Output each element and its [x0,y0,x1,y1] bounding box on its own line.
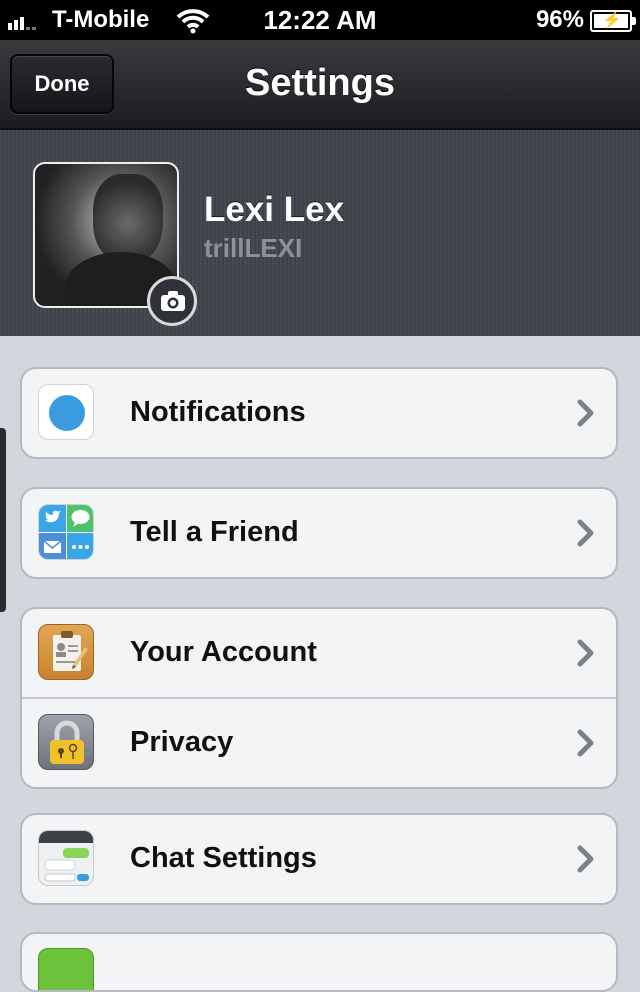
tell-a-friend-icon [38,504,94,560]
twitter-bird-icon [39,505,66,532]
message-bubble-icon [67,505,93,532]
chevron-right-icon [577,519,594,547]
mail-envelope-icon [39,533,66,559]
settings-row-chat-settings[interactable]: Chat Settings [22,815,616,903]
side-drawer-handle[interactable] [0,428,6,612]
settings-group-notifications: Notifications [20,367,618,459]
notifications-icon [38,384,94,440]
settings-group-tell-a-friend: Tell a Friend [20,487,618,579]
row-label: Your Account [130,636,317,668]
account-icon [38,624,94,680]
chat-settings-icon [38,830,94,886]
more-dots-icon [67,533,93,559]
privacy-lock-icon [38,714,94,770]
settings-row-privacy[interactable]: Privacy [22,697,616,787]
row-label: Privacy [130,726,234,758]
avatar-photo-face [93,174,163,264]
partial-green-icon [38,948,94,990]
settings-row-notifications[interactable]: Notifications [22,369,616,457]
settings-group-chat: Chat Settings [20,813,618,905]
row-label: Tell a Friend [130,516,299,548]
settings-group-account: Your Account Privacy [20,607,618,789]
row-label: Notifications [130,396,306,428]
chevron-right-icon [577,639,594,667]
profile-header: Lexi Lex trillLEXI [0,130,640,336]
camera-icon [161,291,185,311]
settings-row-tell-a-friend[interactable]: Tell a Friend [22,489,616,577]
battery-percentage: 96% [535,6,584,33]
navigation-bar: Done Settings [0,40,640,130]
profile-username: trillLEXI [204,233,303,263]
chevron-right-icon [577,399,594,427]
change-photo-button[interactable] [147,276,197,326]
settings-group-partial [20,932,618,992]
page-title: Settings [245,62,395,104]
profile-name: Lexi Lex [204,190,345,229]
row-label: Chat Settings [130,842,317,874]
settings-row-your-account[interactable]: Your Account [22,609,616,697]
chevron-right-icon [577,729,594,757]
status-bar: T-Mobile 12:22 AM 96% ⚡ [0,0,640,40]
chevron-right-icon [577,845,594,873]
battery-charging-icon: ⚡ [590,10,636,32]
